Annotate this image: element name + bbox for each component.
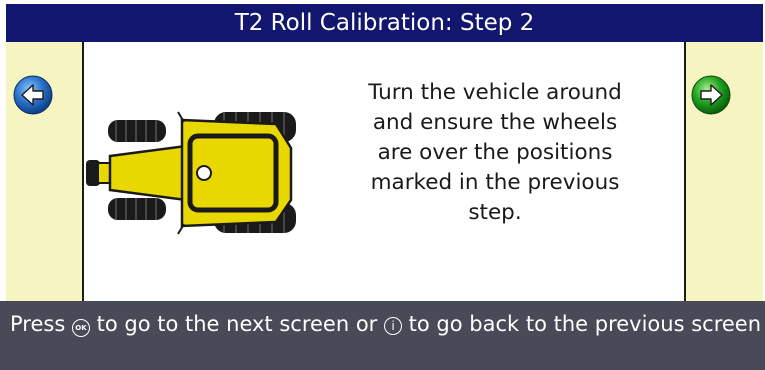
arrow-right-icon — [691, 75, 731, 115]
page-title: T2 Roll Calibration: Step 2 — [6, 4, 763, 42]
back-key-icon: i — [383, 317, 402, 335]
ok-key-icon: OK — [71, 319, 90, 337]
next-button[interactable] — [691, 75, 731, 115]
previous-button[interactable] — [13, 75, 53, 115]
footer-text-2: to go to the next screen or — [89, 312, 384, 336]
footer-text-3: to go back to the previous screen — [401, 312, 762, 336]
tractor-top-view-icon — [86, 111, 296, 235]
calibration-screen: T2 Roll Calibration: Step 2 Turn the veh… — [0, 0, 765, 370]
arrow-left-icon — [13, 75, 53, 115]
instruction-text: Turn the vehicle around and ensure the w… — [368, 80, 622, 225]
footer-text-1: Press — [10, 312, 72, 336]
footer-hint: Press OK to go to the next screen or i t… — [0, 301, 765, 370]
